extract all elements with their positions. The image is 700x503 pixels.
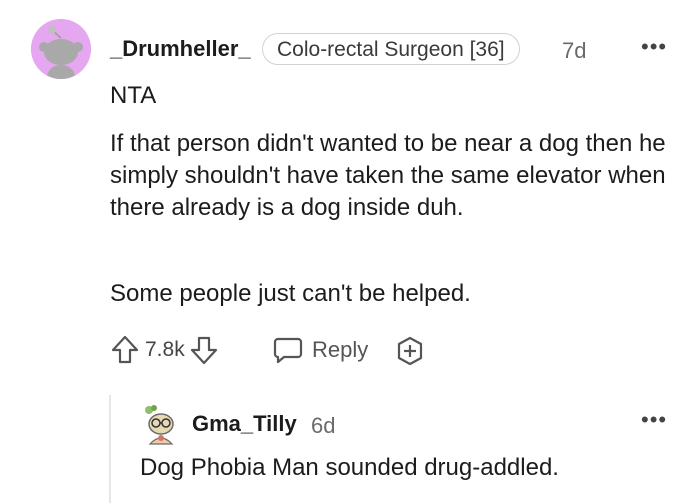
thread-line[interactable] (109, 395, 111, 503)
more-dots-icon[interactable]: ••• (641, 36, 667, 58)
comment-body-second: Some people just can't be helped. (110, 278, 680, 310)
speech-bubble-icon (272, 334, 304, 366)
reply-label: Reply (312, 337, 369, 362)
comment-paragraph: Some people just can't be helped. (110, 280, 471, 307)
arrow-up-icon[interactable] (110, 334, 140, 366)
vote-group: 7.8k (110, 334, 219, 366)
comment-paragraph: If that person didn't wanted to be near … (110, 130, 666, 221)
reply-username[interactable]: Gma_Tilly (192, 411, 297, 437)
comment-verdict: NTA (110, 82, 157, 109)
reply-button[interactable]: Reply (272, 334, 368, 366)
reply-age[interactable]: 6d (311, 413, 335, 439)
comment-username[interactable]: _Drumheller_ (110, 36, 251, 62)
vote-count: 7.8k (145, 338, 185, 361)
award-button[interactable] (394, 335, 426, 367)
user-flair: Colo-rectal Surgeon [36] (262, 33, 520, 65)
user-avatar-icon[interactable] (140, 404, 182, 446)
snoo-avatar-icon[interactable] (31, 19, 91, 79)
reply-body: Dog Phobia Man sounded drug-addled. (140, 454, 559, 481)
award-plus-icon (394, 335, 426, 367)
comment-body: If that person didn't wanted to be near … (110, 128, 680, 224)
more-dots-icon[interactable]: ••• (641, 409, 667, 431)
comment-age[interactable]: 7d (562, 38, 586, 64)
arrow-down-icon[interactable] (189, 334, 219, 366)
